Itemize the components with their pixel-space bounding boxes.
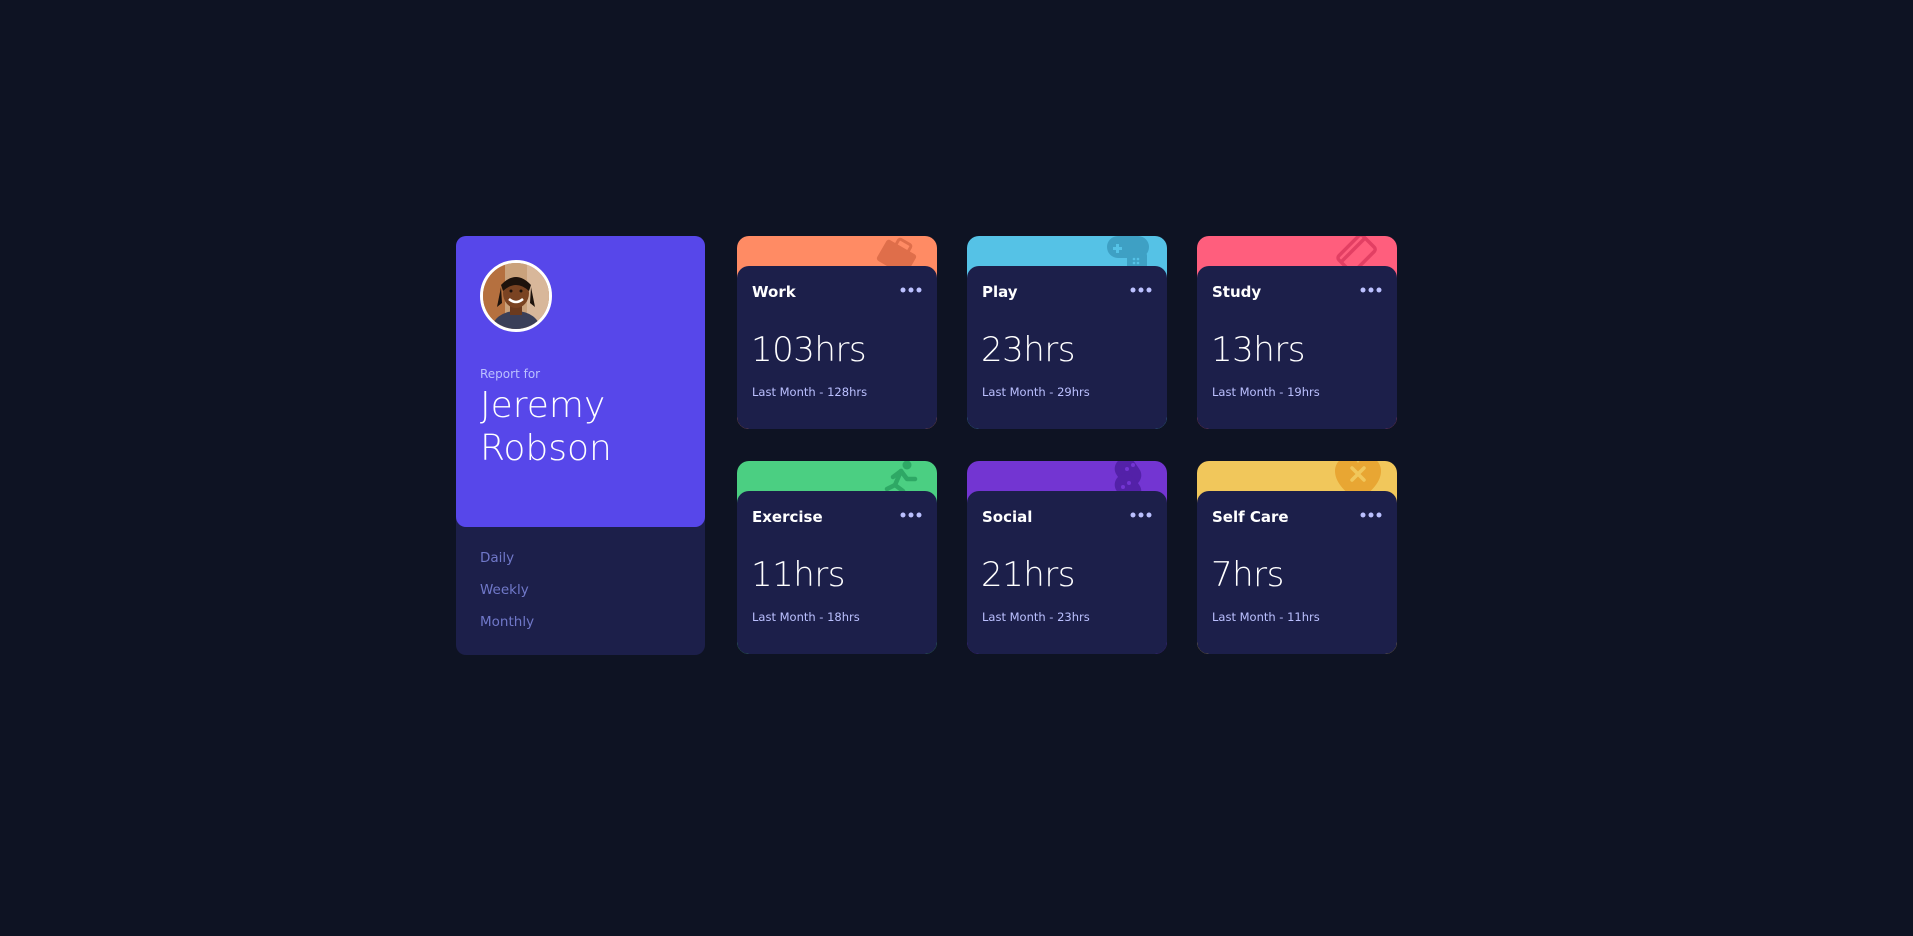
user-name: Jeremy Robson bbox=[480, 385, 612, 469]
ellipsis-icon[interactable] bbox=[900, 507, 922, 523]
activity-card-work: Work 103hrs Last Month - 128hrs bbox=[737, 236, 937, 429]
ellipsis-icon[interactable] bbox=[1130, 282, 1152, 298]
activity-card-body: Work 103hrs Last Month - 128hrs bbox=[737, 266, 937, 429]
activity-current-hours: 103hrs bbox=[751, 330, 867, 370]
activity-card-body: Social 21hrs Last Month - 23hrs bbox=[967, 491, 1167, 654]
activity-previous-hours: Last Month - 29hrs bbox=[982, 385, 1090, 399]
activity-current-hours: 21hrs bbox=[981, 555, 1076, 595]
activity-title: Exercise bbox=[752, 508, 823, 526]
activity-card-body: Self Care 7hrs Last Month - 11hrs bbox=[1197, 491, 1397, 654]
activity-title: Self Care bbox=[1212, 508, 1289, 526]
timeframe-selector: Daily Weekly Monthly bbox=[480, 548, 534, 644]
ellipsis-icon[interactable] bbox=[1360, 282, 1382, 298]
ellipsis-icon[interactable] bbox=[1360, 507, 1382, 523]
activity-card-study: Study 13hrs Last Month - 19hrs bbox=[1197, 236, 1397, 429]
activity-title: Play bbox=[982, 283, 1018, 301]
profile-header: Report for Jeremy Robson bbox=[456, 236, 705, 527]
ellipsis-icon[interactable] bbox=[1130, 507, 1152, 523]
activity-previous-hours: Last Month - 128hrs bbox=[752, 385, 868, 399]
activity-card-body: Play 23hrs Last Month - 29hrs bbox=[967, 266, 1167, 429]
activity-title: Work bbox=[752, 283, 796, 301]
activity-current-hours: 11hrs bbox=[751, 555, 846, 595]
activity-current-hours: 7hrs bbox=[1211, 555, 1284, 595]
activity-card-body: Study 13hrs Last Month - 19hrs bbox=[1197, 266, 1397, 429]
timeframe-monthly[interactable]: Monthly bbox=[480, 612, 534, 644]
activity-title: Social bbox=[982, 508, 1033, 526]
activity-card-self-care: Self Care 7hrs Last Month - 11hrs bbox=[1197, 461, 1397, 654]
activity-title: Study bbox=[1212, 283, 1262, 301]
activity-card-body: Exercise 11hrs Last Month - 18hrs bbox=[737, 491, 937, 654]
activity-card-play: Play 23hrs Last Month - 29hrs bbox=[967, 236, 1167, 429]
timeframe-daily[interactable]: Daily bbox=[480, 548, 534, 580]
ellipsis-icon[interactable] bbox=[900, 282, 922, 298]
activity-previous-hours: Last Month - 18hrs bbox=[752, 610, 860, 624]
avatar-image bbox=[483, 263, 549, 329]
activity-card-social: Social 21hrs Last Month - 23hrs bbox=[967, 461, 1167, 654]
avatar bbox=[480, 260, 552, 332]
time-tracking-dashboard: Report for Jeremy Robson Daily Weekly Mo… bbox=[456, 236, 1397, 655]
timeframe-weekly[interactable]: Weekly bbox=[480, 580, 534, 612]
activity-previous-hours: Last Month - 11hrs bbox=[1212, 610, 1320, 624]
profile-card: Report for Jeremy Robson Daily Weekly Mo… bbox=[456, 236, 705, 655]
activity-previous-hours: Last Month - 23hrs bbox=[982, 610, 1090, 624]
activity-card-exercise: Exercise 11hrs Last Month - 18hrs bbox=[737, 461, 937, 654]
activity-previous-hours: Last Month - 19hrs bbox=[1212, 385, 1320, 399]
report-for-label: Report for bbox=[480, 367, 541, 381]
activity-current-hours: 23hrs bbox=[981, 330, 1076, 370]
activity-current-hours: 13hrs bbox=[1211, 330, 1306, 370]
